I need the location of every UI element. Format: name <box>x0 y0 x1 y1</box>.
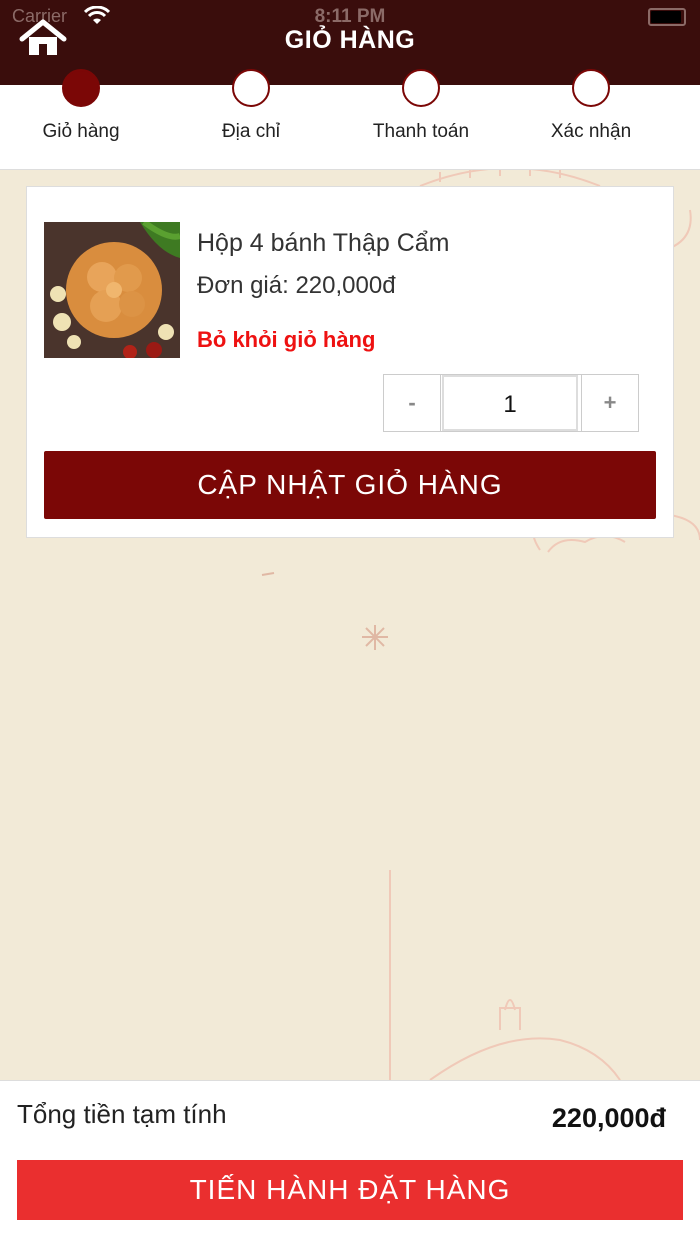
checkout-steps: Giỏ hàng Địa chỉ Thanh toán Xác nhận <box>0 69 700 170</box>
step-label: Thanh toán <box>372 121 470 142</box>
product-image[interactable] <box>44 222 180 358</box>
order-footer: Tổng tiền tạm tính 220,000đ TIẾN HÀNH ĐẶ… <box>0 1080 700 1245</box>
step-label: Địa chỉ <box>221 121 281 142</box>
status-time: 8:11 PM <box>314 6 386 27</box>
quantity-input[interactable]: 1 <box>442 375 578 431</box>
decrease-quantity-button[interactable]: - <box>384 375 441 431</box>
cart-item-card: Hộp 4 bánh Thập Cẩm Đơn giá: 220,000đ Bỏ… <box>26 186 674 538</box>
increase-quantity-button[interactable]: + <box>581 375 638 431</box>
checkout-button[interactable]: TIẾN HÀNH ĐẶT HÀNG <box>17 1160 683 1220</box>
remove-from-cart-link[interactable]: Bỏ khỏi giỏ hàng <box>197 327 375 353</box>
step-dot <box>232 69 270 107</box>
unit-price: Đơn giá: 220,000đ <box>197 272 396 299</box>
step-dot <box>572 69 610 107</box>
update-cart-button[interactable]: CẬP NHẬT GIỎ HÀNG <box>44 451 656 519</box>
subtotal-value: 220,000đ <box>551 1103 666 1133</box>
quantity-stepper: - 1 + <box>383 374 639 432</box>
subtotal-label: Tổng tiền tạm tính <box>17 1099 227 1129</box>
step-dot-active <box>62 69 100 107</box>
step-label: Giỏ hàng <box>42 121 120 142</box>
battery-icon <box>648 8 686 26</box>
page-title: GIỎ HÀNG <box>284 26 416 54</box>
step-label: Xác nhận <box>550 121 632 142</box>
product-name[interactable]: Hộp 4 bánh Thập Cẩm <box>197 229 449 258</box>
step-dot <box>402 69 440 107</box>
